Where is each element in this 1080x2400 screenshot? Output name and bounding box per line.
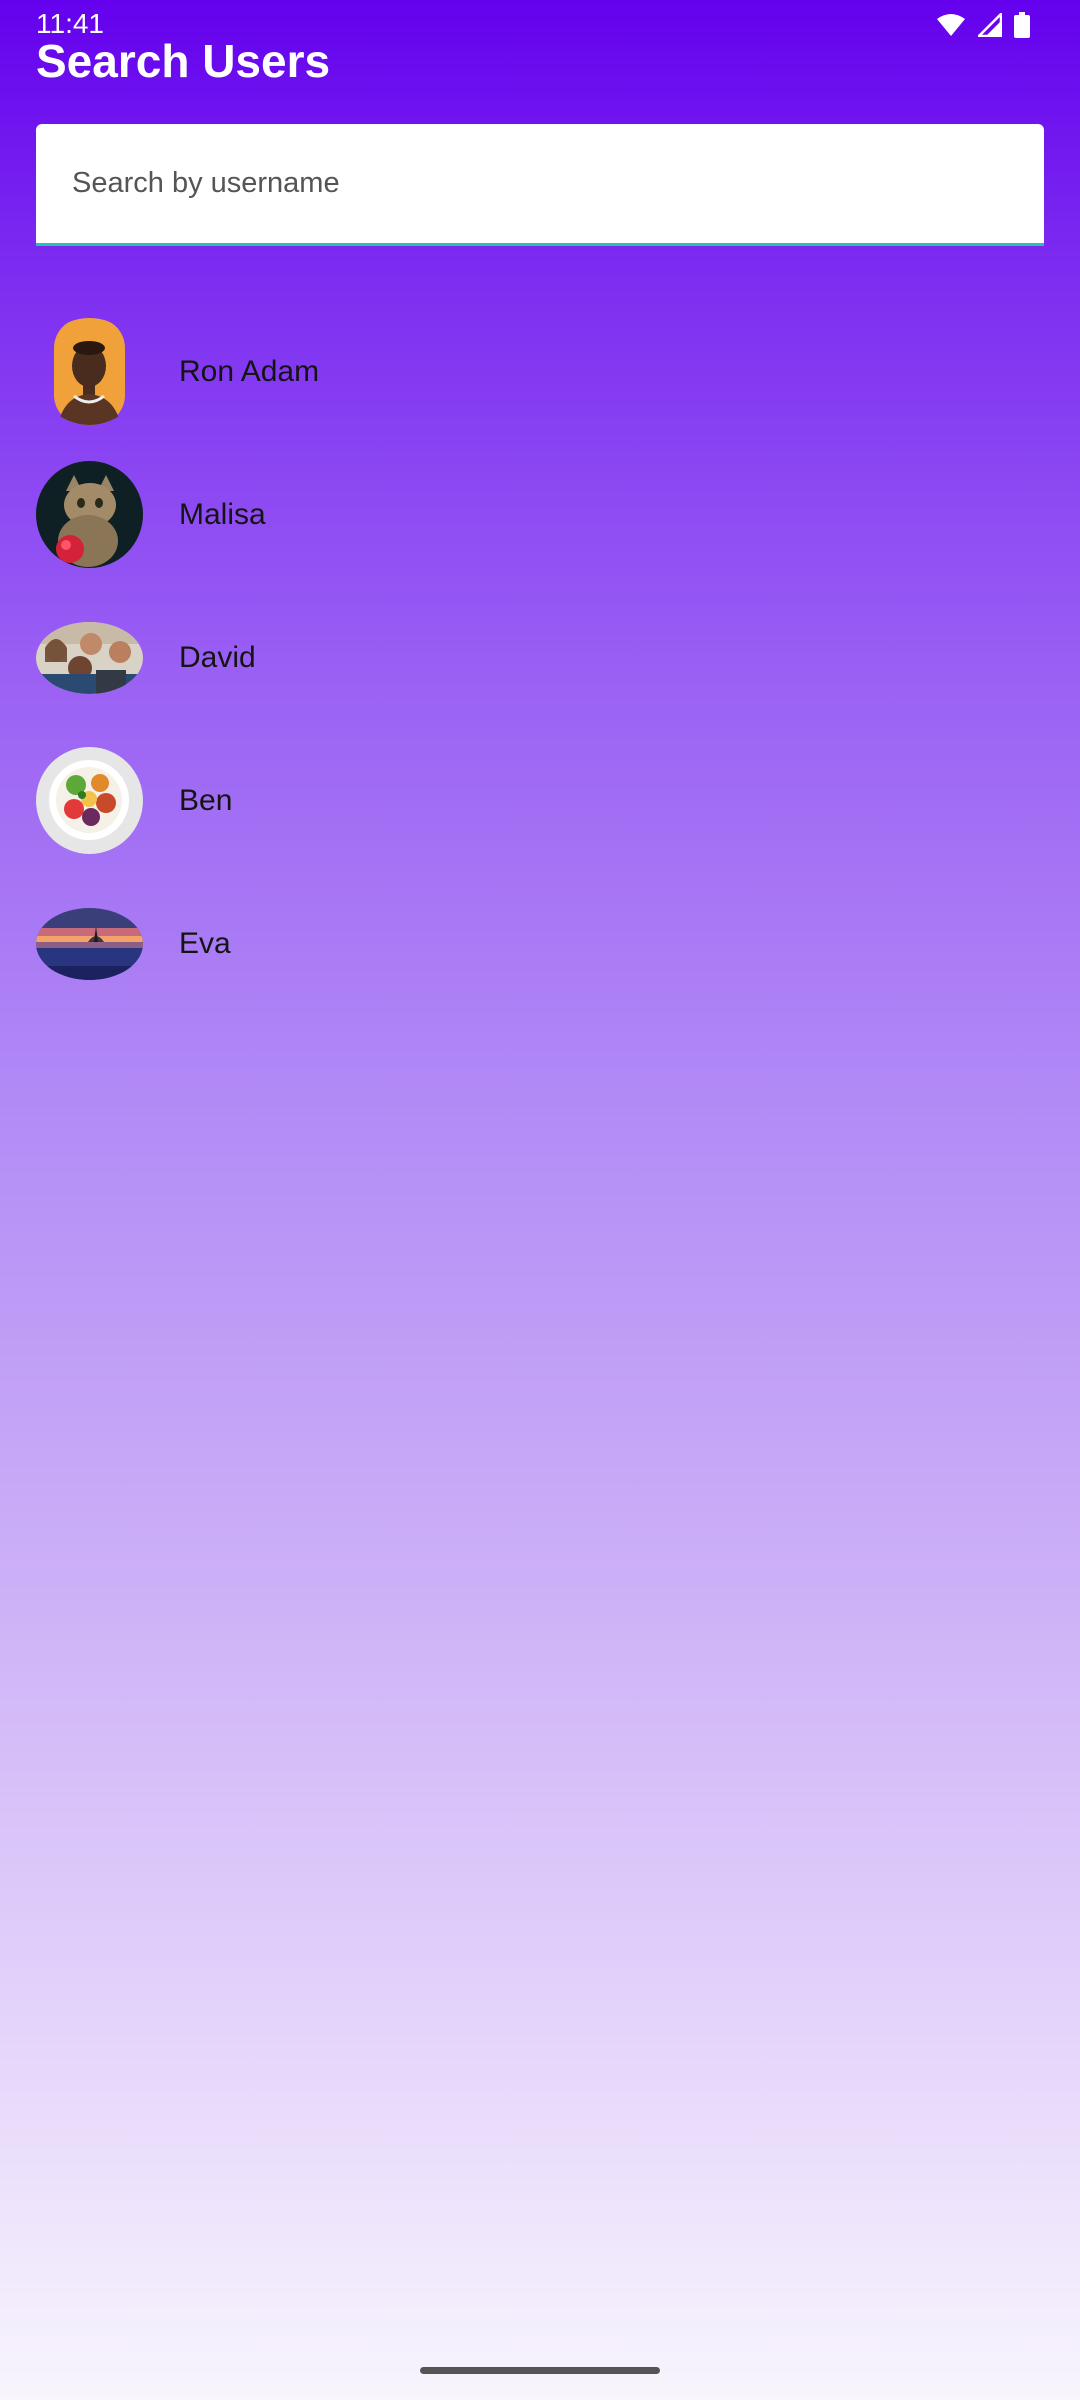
user-name: Ben [179,783,233,817]
user-name: David [179,640,256,674]
user-row-malisa[interactable]: Malisa [0,443,1080,586]
avatar-ron-adam [36,318,143,425]
signal-icon [978,13,1002,37]
user-name: Eva [179,926,231,960]
page-title: Search Users [36,35,331,87]
avatar-malisa [36,461,143,568]
wifi-icon [936,13,966,37]
user-row-ron-adam[interactable]: Ron Adam [0,300,1080,443]
user-list: Ron Adam Malisa David Ben Eva [0,300,1080,1015]
user-name: Malisa [179,497,266,531]
avatar-david [36,621,143,694]
avatar-eva [36,907,143,980]
avatar-ben [36,747,143,854]
search-input[interactable] [36,124,1044,243]
search-box[interactable] [36,124,1044,246]
battery-icon [1014,12,1030,38]
status-icons [936,12,1030,38]
user-row-eva[interactable]: Eva [0,872,1080,1015]
home-indicator[interactable] [420,2367,660,2374]
user-row-ben[interactable]: Ben [0,729,1080,872]
user-row-david[interactable]: David [0,586,1080,729]
user-name: Ron Adam [179,354,320,388]
